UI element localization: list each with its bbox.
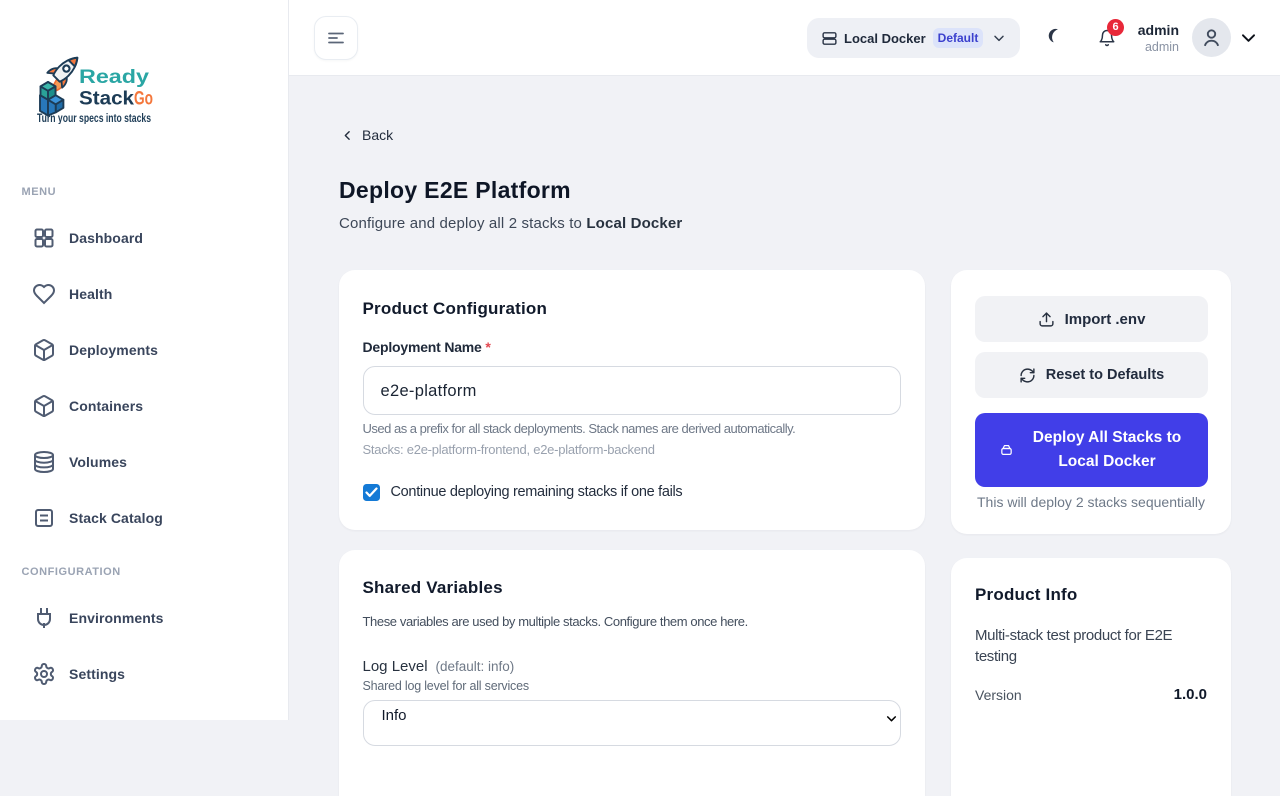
svg-text:Go: Go [134,89,153,110]
svg-text:Ready: Ready [79,67,150,88]
svg-text:Turn your specs into stacks: Turn your specs into stacks [37,113,151,124]
svg-text:Stack: Stack [79,89,134,110]
